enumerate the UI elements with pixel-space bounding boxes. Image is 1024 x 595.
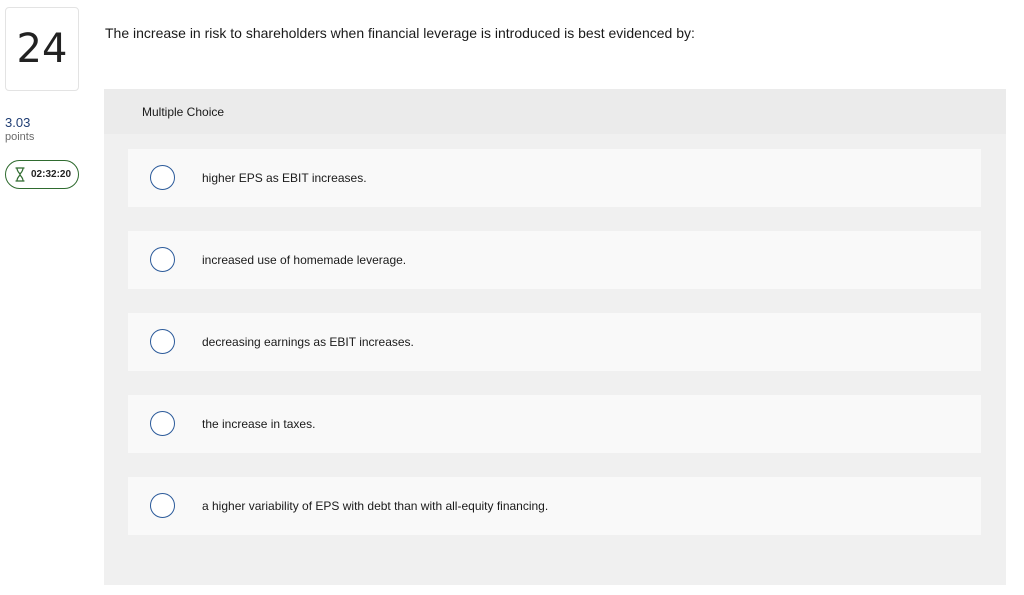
radio-button[interactable] <box>150 247 175 272</box>
choice-option-c[interactable]: decreasing earnings as EBIT increases. <box>128 313 981 371</box>
choice-option-b[interactable]: increased use of homemade leverage. <box>128 231 981 289</box>
question-text: The increase in risk to shareholders whe… <box>105 25 695 41</box>
points-label: points <box>5 131 35 143</box>
choice-label: a higher variability of EPS with debt th… <box>202 499 549 513</box>
radio-button[interactable] <box>150 165 175 190</box>
question-number-box: 24 <box>5 7 79 91</box>
timer-text: 02:32:20 <box>31 169 72 180</box>
hourglass-icon <box>15 167 25 182</box>
points-value: 3.03 <box>5 115 31 130</box>
choice-option-a[interactable]: higher EPS as EBIT increases. <box>128 149 981 207</box>
choice-label: decreasing earnings as EBIT increases. <box>202 335 414 349</box>
radio-button[interactable] <box>150 493 175 518</box>
radio-button[interactable] <box>150 329 175 354</box>
choice-option-e[interactable]: a higher variability of EPS with debt th… <box>128 477 981 535</box>
choice-option-d[interactable]: the increase in taxes. <box>128 395 981 453</box>
radio-button[interactable] <box>150 411 175 436</box>
answer-panel-header: Multiple Choice <box>104 89 1006 134</box>
choice-label: higher EPS as EBIT increases. <box>202 171 367 185</box>
answer-type-label: Multiple Choice <box>142 105 225 119</box>
choice-label: increased use of homemade leverage. <box>202 253 407 267</box>
question-number: 24 <box>16 26 68 72</box>
answer-panel: Multiple Choice higher EPS as EBIT incre… <box>104 89 1006 585</box>
choice-label: the increase in taxes. <box>202 417 316 431</box>
timer-badge[interactable]: 02:32:20 <box>5 160 79 189</box>
